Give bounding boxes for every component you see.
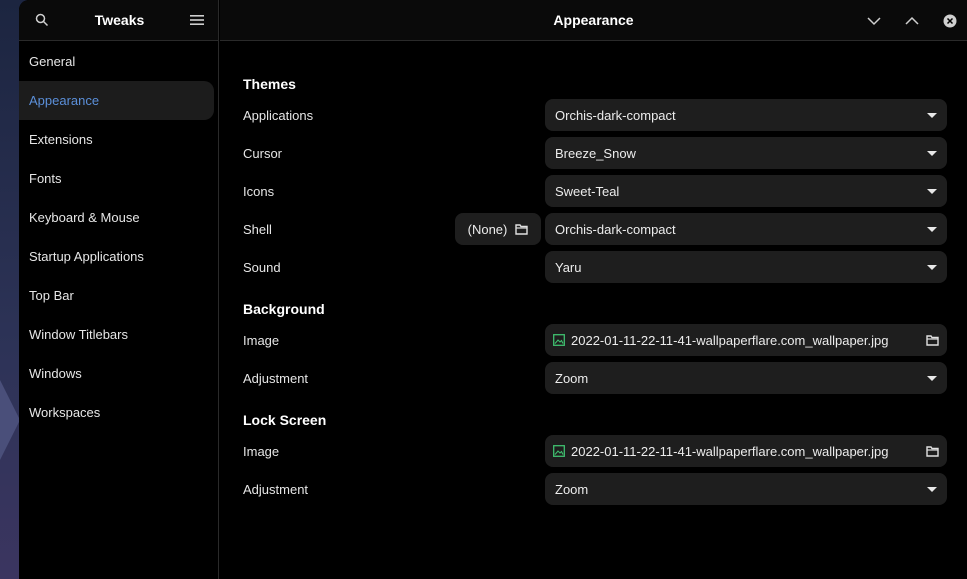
sidebar-list: General Appearance Extensions Fonts Keyb… <box>19 41 218 432</box>
background-image-label: Image <box>243 333 280 348</box>
file-name: 2022-01-11-22-11-41-wallpaperflare.com_w… <box>571 443 889 459</box>
file-chooser-label: (None) <box>467 221 508 237</box>
sidebar-item-label: Fonts <box>29 171 62 186</box>
section-title-lock-screen: Lock Screen <box>243 412 327 428</box>
folder-icon <box>515 223 529 235</box>
window-controls <box>863 0 961 41</box>
sidebar-item-label: Workspaces <box>29 405 101 420</box>
applications-label: Applications <box>243 108 314 123</box>
section-title-background: Background <box>243 301 325 317</box>
lock-screen-adjustment-dropdown[interactable]: Zoom <box>545 473 947 505</box>
sidebar-item-extensions[interactable]: Extensions <box>19 120 214 159</box>
minimize-button[interactable] <box>863 10 885 32</box>
cursor-label: Cursor <box>243 146 283 161</box>
section-title-themes: Themes <box>243 76 296 92</box>
shell-theme-dropdown[interactable]: Orchis-dark-compact <box>545 213 947 245</box>
icons-theme-dropdown[interactable]: Sweet-Teal <box>545 175 947 207</box>
maximize-button[interactable] <box>901 10 923 32</box>
sidebar-item-top-bar[interactable]: Top Bar <box>19 276 214 315</box>
cursor-theme-dropdown[interactable]: Breeze_Snow <box>545 137 947 169</box>
sidebar-item-startup-applications[interactable]: Startup Applications <box>19 237 214 276</box>
sidebar-item-general[interactable]: General <box>19 42 214 81</box>
background-adjustment-label: Adjustment <box>243 371 309 386</box>
dropdown-arrow-icon <box>927 150 937 156</box>
image-file-icon <box>553 334 565 346</box>
dropdown-arrow-icon <box>927 264 937 270</box>
sidebar-item-fonts[interactable]: Fonts <box>19 159 214 198</box>
dropdown-arrow-icon <box>927 112 937 118</box>
sidebar-header: Tweaks <box>19 0 218 41</box>
dropdown-arrow-icon <box>927 226 937 232</box>
search-icon[interactable] <box>31 9 53 31</box>
sidebar-item-label: Extensions <box>29 132 93 147</box>
sidebar-item-label: Keyboard & Mouse <box>29 210 140 225</box>
dropdown-value: Zoom <box>555 370 589 386</box>
dropdown-value: Orchis-dark-compact <box>555 221 676 237</box>
wallpaper-shape <box>0 380 20 460</box>
sidebar-item-label: Startup Applications <box>29 249 144 264</box>
chevron-down-icon <box>867 16 881 25</box>
sidebar-item-label: Window Titlebars <box>29 327 128 342</box>
sidebar-item-label: Appearance <box>29 93 100 108</box>
sidebar-item-window-titlebars[interactable]: Window Titlebars <box>19 315 214 354</box>
dropdown-arrow-icon <box>927 486 937 492</box>
dropdown-value: Sweet-Teal <box>555 183 620 199</box>
shell-file-chooser-button[interactable]: (None) <box>455 213 541 245</box>
page-title: Appearance <box>553 12 634 28</box>
sidebar-item-label: General <box>29 54 76 69</box>
close-icon <box>943 14 957 27</box>
tweaks-window: Tweaks General Appearance Extensions Fon… <box>19 0 967 579</box>
chevron-up-icon <box>905 16 919 25</box>
sound-label: Sound <box>243 260 281 275</box>
close-button[interactable] <box>939 10 961 32</box>
shell-label: Shell <box>243 222 272 237</box>
menu-icon[interactable] <box>186 9 208 31</box>
sidebar: Tweaks General Appearance Extensions Fon… <box>19 0 219 579</box>
sidebar-item-workspaces[interactable]: Workspaces <box>19 393 214 432</box>
main-panel: Appearance Themes Applications Orchis-da… <box>220 0 967 579</box>
lock-screen-image-file-button[interactable]: 2022-01-11-22-11-41-wallpaperflare.com_w… <box>545 435 947 467</box>
background-image-file-button[interactable]: 2022-01-11-22-11-41-wallpaperflare.com_w… <box>545 324 947 356</box>
icons-label: Icons <box>243 184 275 199</box>
dropdown-value: Yaru <box>555 259 582 275</box>
folder-icon <box>926 445 939 457</box>
sidebar-title: Tweaks <box>94 12 145 28</box>
sidebar-item-label: Top Bar <box>29 288 74 303</box>
dropdown-value: Breeze_Snow <box>555 145 636 161</box>
background-adjustment-dropdown[interactable]: Zoom <box>545 362 947 394</box>
sound-theme-dropdown[interactable]: Yaru <box>545 251 947 283</box>
dropdown-arrow-icon <box>927 375 937 381</box>
sidebar-item-keyboard-mouse[interactable]: Keyboard & Mouse <box>19 198 214 237</box>
applications-theme-dropdown[interactable]: Orchis-dark-compact <box>545 99 947 131</box>
file-name: 2022-01-11-22-11-41-wallpaperflare.com_w… <box>571 332 889 348</box>
image-file-icon <box>553 445 565 457</box>
sidebar-item-label: Windows <box>29 366 82 381</box>
lock-screen-image-label: Image <box>243 444 280 459</box>
folder-icon <box>926 334 939 346</box>
dropdown-value: Orchis-dark-compact <box>555 107 676 123</box>
dropdown-value: Zoom <box>555 481 589 497</box>
lock-screen-adjustment-label: Adjustment <box>243 482 309 497</box>
dropdown-arrow-icon <box>927 188 937 194</box>
sidebar-item-appearance[interactable]: Appearance <box>19 81 214 120</box>
sidebar-item-windows[interactable]: Windows <box>19 354 214 393</box>
header-bar: Appearance <box>220 0 967 41</box>
